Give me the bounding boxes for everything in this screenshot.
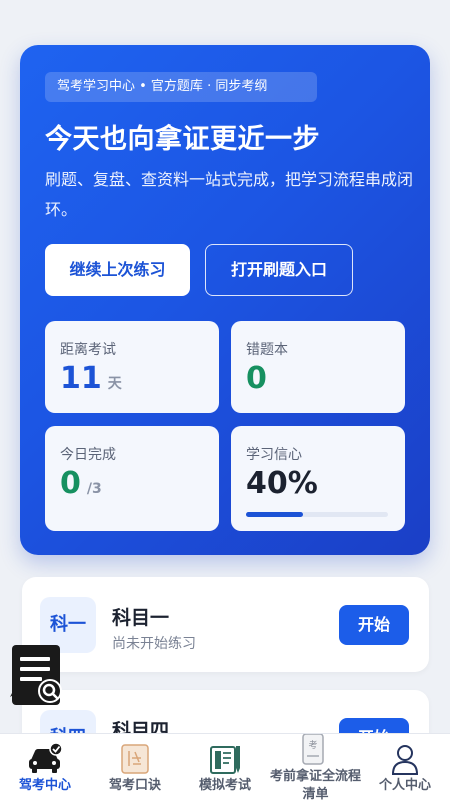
subject-start-button[interactable]: 开始 <box>339 605 409 645</box>
confidence-progress-bar <box>246 512 388 517</box>
stat-confidence: 学习信心 40% <box>231 426 405 531</box>
continue-practice-button[interactable]: 继续上次练习 <box>45 244 190 296</box>
stat-label: 学习信心 <box>246 447 302 463</box>
stat-value: 0/3 <box>60 466 102 501</box>
stat-value: 11 天 <box>60 361 122 396</box>
hero-card: 驾考学习中心 • 官方题库 · 同步考纲 今天也向拿证更近一步 刷题、复盘、查资… <box>20 45 430 555</box>
stat-wrong-book[interactable]: 错题本 0 <box>231 321 405 413</box>
tab-mock-exam[interactable]: 模拟考试 <box>180 734 270 800</box>
subject-name: 科目一 <box>112 607 170 629</box>
stat-unit: /3 <box>86 481 102 497</box>
tab-pre-exam-checklist[interactable]: 考 考前拿证全流程清单 <box>268 733 361 800</box>
tab-label: 驾考口诀 <box>108 778 161 793</box>
tab-label: 驾考中心 <box>18 778 71 793</box>
stat-label: 错题本 <box>246 342 288 358</box>
bottom-tab-bar: 驾考中心 驾考口诀 模拟考试 考 考前拿证全流程清单 个人中心 <box>0 733 450 800</box>
svg-text:考: 考 <box>308 740 317 751</box>
book-pen-icon <box>207 742 243 776</box>
tab-label: 考前拿证全流程清单 <box>269 769 361 800</box>
stat-value: 0 <box>246 361 267 396</box>
subject-card-1[interactable]: 科一 科目一 尚未开始练习 开始 <box>22 577 429 672</box>
car-check-icon <box>27 742 63 776</box>
hero-title: 今天也向拿证更近一步 <box>45 124 320 155</box>
phone-exam-icon: 考 <box>295 733 331 768</box>
stat-days-to-exam: 距离考试 11 天 <box>45 321 219 413</box>
tab-driving-mnemonics[interactable]: 驾考口诀 <box>90 734 180 800</box>
tab-personal-center[interactable]: 个人中心 <box>360 734 450 800</box>
subject-status: 尚未开始练习 <box>112 636 196 652</box>
tab-label: 个人中心 <box>378 778 431 793</box>
confidence-progress-fill <box>246 512 303 517</box>
tab-driving-center[interactable]: 驾考中心 <box>0 734 90 800</box>
stat-today-done: 今日完成 0/3 <box>45 426 219 531</box>
tab-label: 模拟考试 <box>198 778 251 793</box>
person-icon <box>387 742 423 776</box>
stat-value: 40% <box>246 466 318 501</box>
notebook-icon <box>117 742 153 776</box>
hero-chip: 驾考学习中心 • 官方题库 · 同步考纲 <box>45 72 317 102</box>
hero-subtitle: 刷题、复盘、查资料一站式完成，把学习流程串成闭环。 <box>45 170 414 219</box>
floating-search-document-icon[interactable] <box>6 645 68 707</box>
stat-unit: 天 <box>107 376 122 392</box>
stat-label: 距离考试 <box>60 342 116 358</box>
open-practice-button[interactable]: 打开刷题入口 <box>205 244 353 296</box>
stat-label: 今日完成 <box>60 447 116 463</box>
